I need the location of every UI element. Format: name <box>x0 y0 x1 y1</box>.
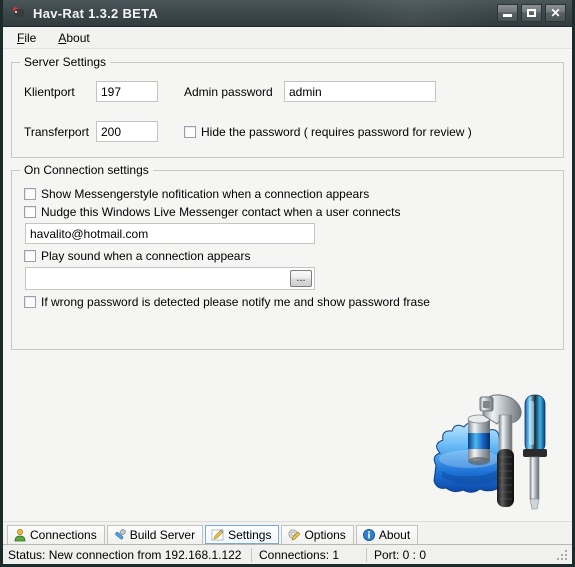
admin-password-label: Admin password <box>184 84 273 99</box>
menu-item-about[interactable]: About <box>56 30 91 46</box>
tab-options[interactable]: Options <box>281 525 354 544</box>
status-separator-1 <box>251 547 252 562</box>
title-bar[interactable]: Hav-Rat 1.3.2 BETA ✕ <box>3 0 572 27</box>
hide-password-checkbox-row[interactable]: Hide the password ( requires password fo… <box>184 125 472 139</box>
tab-build-server-label: Build Server <box>129 528 196 542</box>
status-separator-2 <box>366 547 367 562</box>
connections-count: Connections: 1 <box>259 547 340 562</box>
window-title: Hav-Rat 1.3.2 BETA <box>33 5 159 21</box>
maximize-button[interactable] <box>521 4 542 22</box>
info-icon <box>362 528 376 542</box>
menu-bar: File About <box>3 27 572 49</box>
status-bar: Status: New connection from 192.168.1.12… <box>3 544 572 564</box>
nudge-contact-label: Nudge this Windows Live Messenger contac… <box>41 205 401 219</box>
close-icon: ✕ <box>550 6 561 20</box>
tab-about-label: About <box>378 528 411 542</box>
admin-password-input[interactable] <box>284 81 436 102</box>
transferport-label: Transferport <box>24 124 89 139</box>
browse-sound-file-button[interactable]: ... <box>290 270 312 287</box>
user-icon <box>13 528 27 542</box>
klientport-label: Klientport <box>24 84 75 99</box>
tab-options-label: Options <box>304 528 346 542</box>
screwdriver-icon <box>113 528 127 542</box>
tab-connections[interactable]: Connections <box>7 525 105 544</box>
nudge-contact-checkbox[interactable] <box>24 206 36 218</box>
maximize-icon <box>527 9 536 17</box>
titlebar-glow <box>333 0 493 26</box>
tab-connections-label: Connections <box>30 528 97 542</box>
application-window: Hav-Rat 1.3.2 BETA ✕ File About Server S… <box>0 0 575 567</box>
gear-pencil-icon <box>287 528 301 542</box>
tools-illustration <box>422 387 562 517</box>
hide-password-checkbox[interactable] <box>184 125 196 138</box>
sound-file-field: ... <box>25 267 315 290</box>
messenger-email-input[interactable] <box>25 223 315 244</box>
play-sound-row[interactable]: Play sound when a connection appears <box>24 249 551 263</box>
wrong-password-notify-label: If wrong password is detected please not… <box>41 295 430 309</box>
minimize-icon <box>503 14 512 17</box>
server-settings-group: Server Settings Klientport Admin passwor… <box>11 55 564 158</box>
window-controls: ✕ <box>497 4 566 22</box>
wrong-password-notify-row[interactable]: If wrong password is detected please not… <box>24 295 551 309</box>
close-button[interactable]: ✕ <box>545 4 566 22</box>
menu-item-file[interactable]: File <box>15 30 38 46</box>
show-messenger-notification-checkbox[interactable] <box>24 188 36 200</box>
play-sound-label: Play sound when a connection appears <box>41 249 251 263</box>
nudge-contact-row[interactable]: Nudge this Windows Live Messenger contac… <box>24 205 551 219</box>
resize-grip[interactable] <box>555 548 569 562</box>
tab-settings-label: Settings <box>228 527 272 542</box>
wrong-password-notify-checkbox[interactable] <box>24 296 36 308</box>
minimize-button[interactable] <box>497 4 518 22</box>
tab-settings[interactable]: Settings <box>205 525 280 544</box>
transferport-input[interactable] <box>96 121 158 142</box>
show-messenger-notification-row[interactable]: Show Messengerstyle nofitication when a … <box>24 187 551 201</box>
sound-file-input[interactable] <box>25 267 315 290</box>
tab-bar: Connections Build Server Settings Option… <box>3 521 572 544</box>
show-messenger-notification-label: Show Messengerstyle nofitication when a … <box>41 187 370 201</box>
tab-build-server[interactable]: Build Server <box>106 525 204 544</box>
tab-about[interactable]: About <box>355 525 419 544</box>
rat-icon <box>11 5 27 21</box>
pencil-icon <box>211 528 225 542</box>
klientport-input[interactable] <box>96 81 158 102</box>
port-info: Port: 0 : 0 <box>374 547 427 562</box>
status-text: Status: New connection from 192.168.1.12… <box>8 547 242 562</box>
client-area: Server Settings Klientport Admin passwor… <box>3 49 572 521</box>
hide-password-label: Hide the password ( requires password fo… <box>201 124 472 139</box>
connection-settings-group: On Connection settings Show Messengersty… <box>11 163 564 350</box>
play-sound-checkbox[interactable] <box>24 250 36 262</box>
